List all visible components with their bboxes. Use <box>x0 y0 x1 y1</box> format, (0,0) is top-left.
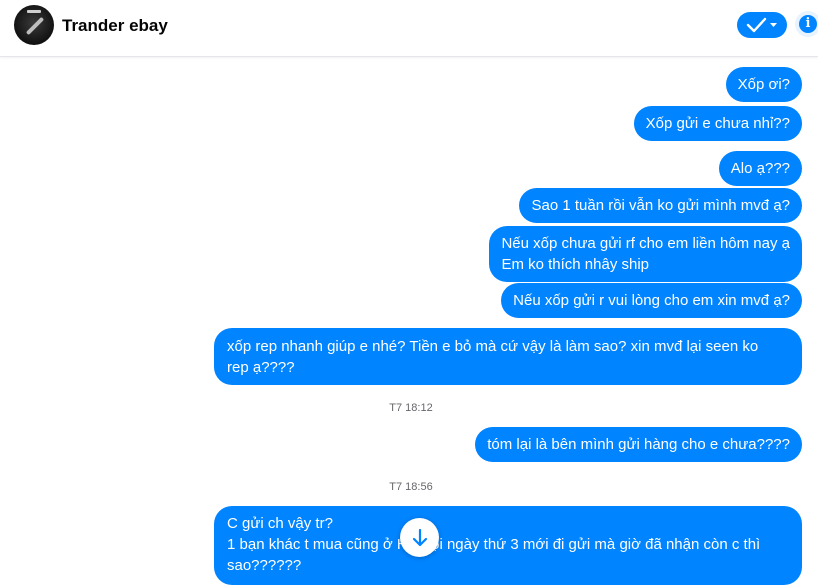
message-line: Em ko thích nhây ship <box>501 256 650 273</box>
check-icon <box>746 17 777 33</box>
message-bubble[interactable]: Xốp gửi e chưa nhỉ?? <box>633 106 802 141</box>
chevron-down-icon <box>770 23 777 27</box>
timestamp: T7 18:56 <box>389 481 433 493</box>
message-bubble[interactable]: Sao 1 tuần rồi vẫn ko gửi mình mvđ ạ? <box>519 188 802 223</box>
message-line: Nếu xốp chưa gửi rf cho em liền hôm nay … <box>501 235 790 252</box>
message-bubble[interactable]: C gửi ch vậy tr? 1 bạn khác t mua cũng ở… <box>214 506 802 585</box>
contact-avatar[interactable] <box>14 5 54 45</box>
message-bubble[interactable]: Nếu xốp gửi r vui lòng cho em xin mvđ ạ? <box>501 283 802 318</box>
message-bubble[interactable]: Xốp ơi? <box>725 67 802 102</box>
message-text: Sao 1 tuần rồi vẫn ko gửi mình mvđ ạ? <box>531 197 790 214</box>
message-text: xốp rep nhanh giúp e nhé? Tiền e bỏ mà c… <box>227 338 759 376</box>
message-bubble[interactable]: xốp rep nhanh giúp e nhé? Tiền e bỏ mà c… <box>214 328 802 385</box>
conversation-header: Trander ebay i <box>0 0 818 57</box>
message-bubble[interactable]: tóm lại là bên mình gửi hàng cho e chưa?… <box>475 427 802 462</box>
conversation-info-button[interactable]: i <box>795 11 818 37</box>
message-text: Nếu xốp gửi r vui lòng cho em xin mvđ ạ? <box>513 292 790 309</box>
message-thread[interactable]: Xốp ơi? Xốp gửi e chưa nhỉ?? Alo ạ??? Sa… <box>0 57 818 585</box>
message-line: 1 bạn khác t mua cũng ở Hà Nội ngày thứ … <box>227 536 761 574</box>
arrow-down-icon <box>412 528 428 547</box>
avatar-logo-text <box>27 10 41 13</box>
message-text: Xốp ơi? <box>737 76 790 93</box>
info-icon: i <box>799 15 817 33</box>
message-bubble[interactable]: Nếu xốp chưa gửi rf cho em liền hôm nay … <box>489 226 802 282</box>
contact-name[interactable]: Trander ebay <box>62 16 168 36</box>
message-text: tóm lại là bên mình gửi hàng cho e chưa?… <box>487 436 790 453</box>
message-line: C gửi ch vậy tr? <box>227 515 333 532</box>
message-bubble[interactable]: Alo ạ??? <box>718 151 802 186</box>
mark-done-button[interactable] <box>737 12 787 38</box>
scroll-to-bottom-button[interactable] <box>400 518 439 557</box>
message-text: Alo ạ??? <box>730 160 790 177</box>
avatar-graphic <box>25 16 45 36</box>
message-text: Xốp gửi e chưa nhỉ?? <box>645 115 790 132</box>
timestamp: T7 18:12 <box>389 402 433 414</box>
